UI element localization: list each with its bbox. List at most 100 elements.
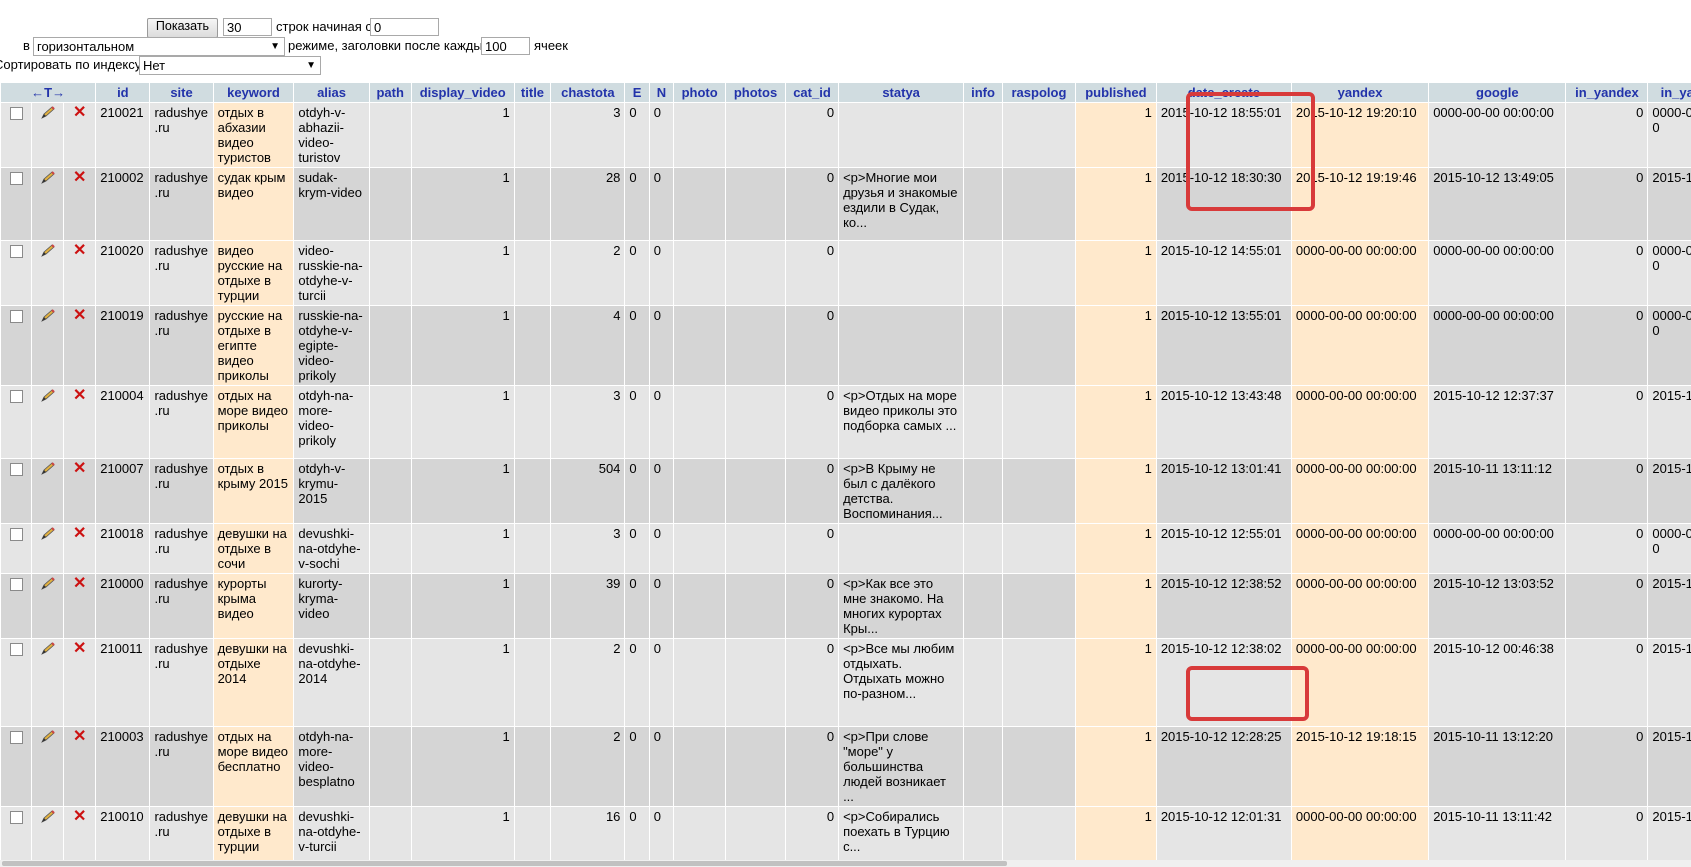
cell-date-create: 2015-10-12 13:43:48	[1155, 385, 1292, 459]
row-checkbox[interactable]	[9, 578, 23, 591]
col-header[interactable]: keyword	[212, 82, 295, 103]
delete-icon[interactable]: ✕	[73, 576, 86, 592]
col-header[interactable]: alias	[293, 82, 370, 103]
delete-icon[interactable]: ✕	[73, 308, 86, 324]
cell-info	[963, 573, 1003, 639]
cell-published: 1	[1074, 102, 1157, 168]
cell-site: radushye.ru	[149, 573, 214, 639]
col-header[interactable]: in_yandex	[1565, 82, 1649, 103]
cell-in-yan: 2015-10-	[1647, 458, 1691, 524]
pencil-icon[interactable]	[39, 526, 57, 542]
delete-icon[interactable]: ✕	[73, 105, 86, 121]
cell-display-video: 1	[410, 305, 515, 386]
col-header[interactable]: raspolog	[1001, 82, 1076, 103]
cell-title	[513, 806, 552, 860]
cell-alias: devushki-na-otdyhe-v-sochi	[293, 523, 370, 574]
cell-path	[368, 305, 412, 386]
cell-photo	[673, 638, 727, 727]
col-header[interactable]: chastota	[550, 82, 626, 103]
col-header[interactable]: google	[1428, 82, 1567, 103]
row-checkbox[interactable]	[9, 390, 23, 403]
col-header[interactable]: site	[149, 82, 214, 103]
pencil-icon[interactable]	[39, 729, 57, 745]
delete-icon[interactable]: ✕	[73, 243, 86, 259]
scrollbar-thumb[interactable]	[2, 861, 1007, 866]
cell-N: 0	[648, 240, 675, 306]
row-checkbox[interactable]	[9, 310, 23, 323]
col-header[interactable]: photo	[673, 82, 727, 103]
cell-in-yan: 2015-10-	[1647, 638, 1691, 727]
row-checkbox[interactable]	[9, 107, 23, 120]
cell-keyword: отдых на море видео бесплатно	[212, 726, 295, 807]
row-select-cell	[0, 523, 32, 574]
row-checkbox[interactable]	[9, 463, 23, 476]
show-button[interactable]: Показать :	[147, 18, 218, 47]
sort-index-select[interactable]: Нет ▼	[139, 56, 321, 75]
cell-alias: sudak-krym-video	[293, 167, 370, 241]
delete-icon[interactable]: ✕	[73, 461, 86, 477]
col-header[interactable]: E	[624, 82, 650, 103]
pencil-icon[interactable]	[39, 170, 57, 186]
row-edit-cell	[30, 806, 65, 860]
cell-N: 0	[648, 102, 675, 168]
pencil-icon[interactable]	[39, 308, 57, 324]
cell-info	[963, 102, 1003, 168]
mode-label: режиме, заголовки после каждых	[288, 38, 490, 53]
col-header[interactable]: id	[95, 82, 151, 103]
delete-icon[interactable]: ✕	[73, 526, 86, 542]
row-select-cell	[0, 638, 32, 727]
row-delete-cell: ✕	[63, 385, 97, 459]
col-header[interactable]: photos	[725, 82, 786, 103]
col-header[interactable]: in_yan	[1647, 82, 1691, 103]
delete-icon[interactable]: ✕	[73, 388, 86, 404]
cell-title	[513, 638, 552, 727]
headers-every-input[interactable]: 100	[481, 37, 530, 55]
delete-icon[interactable]: ✕	[73, 170, 86, 186]
pencil-icon[interactable]	[39, 105, 57, 121]
mode-select[interactable]: горизонтальном ▼	[33, 37, 285, 56]
cell-E: 0	[624, 726, 650, 807]
delete-icon[interactable]: ✕	[73, 729, 86, 745]
cell-statya	[838, 305, 965, 386]
row-checkbox[interactable]	[9, 528, 23, 541]
row-checkbox[interactable]	[9, 643, 23, 656]
row-checkbox[interactable]	[9, 172, 23, 185]
start-row-input[interactable]: 0	[370, 18, 439, 36]
cell-N: 0	[648, 638, 675, 727]
pencil-icon[interactable]	[39, 576, 57, 592]
pencil-icon[interactable]	[39, 243, 57, 259]
cells-label: ячеек	[534, 38, 568, 53]
col-header[interactable]: info	[963, 82, 1003, 103]
col-header[interactable]: published	[1074, 82, 1157, 103]
col-header[interactable]: path	[368, 82, 412, 103]
row-checkbox[interactable]	[9, 811, 23, 824]
cell-keyword: девушки на отдыхе в сочи	[212, 523, 295, 574]
cell-N: 0	[648, 726, 675, 807]
cell-E: 0	[624, 638, 650, 727]
cell-info	[963, 240, 1003, 306]
pencil-icon[interactable]	[39, 809, 57, 825]
pencil-icon[interactable]	[39, 641, 57, 657]
col-header[interactable]: title	[513, 82, 552, 103]
pencil-icon[interactable]	[39, 388, 57, 404]
cell-site: radushye.ru	[149, 102, 214, 168]
delete-icon[interactable]: ✕	[73, 641, 86, 657]
delete-icon[interactable]: ✕	[73, 809, 86, 825]
horizontal-scrollbar[interactable]	[0, 860, 1691, 867]
row-checkbox[interactable]	[9, 731, 23, 744]
cell-statya: <p>Как все это мне знакомо. На многих ку…	[838, 573, 965, 639]
row-select-cell	[0, 573, 32, 639]
pencil-icon[interactable]	[39, 461, 57, 477]
cell-photos	[725, 240, 786, 306]
cell-yandex: 0000-00-00 00:00:00	[1290, 806, 1430, 860]
col-header[interactable]: cat_id	[784, 82, 840, 103]
cell-published: 1	[1074, 638, 1157, 727]
rows-count-input[interactable]: 30	[223, 18, 272, 36]
col-header[interactable]: N	[648, 82, 675, 103]
nav-arrows[interactable]: ←T→	[0, 82, 97, 103]
cell-photo	[673, 167, 727, 241]
col-header[interactable]: display_video	[410, 82, 515, 103]
cell-chastota: 3	[550, 523, 626, 574]
col-header[interactable]: statya	[838, 82, 965, 103]
row-checkbox[interactable]	[9, 245, 23, 258]
